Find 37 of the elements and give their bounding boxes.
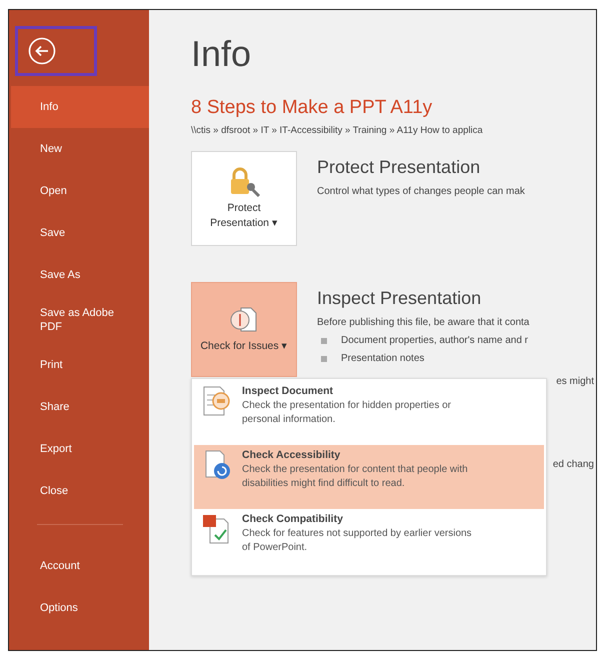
file-path: \\ctis » dfsroot » IT » IT-Accessibility » Training » A11y How to applica — [191, 125, 484, 136]
menu-item[interactable]: Check Accessibility Check the presentation for content that people with disabilities might find difficult to read. — [194, 445, 544, 509]
sidebar-item[interactable]: New — [11, 128, 149, 170]
document-title: 8 Steps to Make a PPT A11y — [191, 97, 434, 119]
section-heading: Protect Presentation — [317, 157, 482, 178]
menu-item-title: Check Compatibility — [242, 513, 344, 525]
partial-text: ed chang — [552, 459, 595, 470]
menu-item-description: Check the presentation for hidden properties or personal information. — [242, 399, 452, 426]
sidebar-item[interactable]: Open — [11, 170, 149, 212]
protect-presentation-button[interactable]: Protect Presentation ▾ — [191, 151, 297, 246]
menu-item-title: Inspect Document — [242, 385, 334, 397]
bullet-text: Presentation notes — [341, 353, 424, 364]
menu-item[interactable]: Inspect Document Check the presentation for hidden properties or personal information. — [194, 381, 544, 445]
section-description: Control what types of changes people can mak — [317, 186, 526, 197]
sidebar-item[interactable]: Options — [11, 587, 149, 629]
menu-item-description: Check for features not supported by earlier versions of PowerPoint. — [242, 527, 473, 554]
document-inspect-icon — [202, 385, 232, 417]
partial-text: es might — [556, 376, 595, 387]
sidebar-item[interactable]: Save As — [11, 254, 149, 296]
sidebar-item[interactable]: Save as Adobe PDF — [11, 296, 149, 344]
menu-item-title: Check Accessibility — [242, 449, 342, 461]
sidebar-item[interactable]: Account — [11, 545, 149, 587]
section-description: Before publishing this file, be aware that it conta — [317, 317, 530, 328]
bullet-icon — [321, 338, 327, 344]
menu-item-description: Check the presentation for content that people with disabilities might find difficult to read. — [242, 463, 469, 490]
sidebar-item[interactable]: Share — [11, 386, 149, 428]
bullet-icon — [321, 356, 327, 362]
sidebar-item[interactable]: Close — [11, 470, 149, 512]
sidebar-item[interactable]: Export — [11, 428, 149, 470]
sidebar-item[interactable]: Save — [11, 212, 149, 254]
section-heading: Inspect Presentation — [317, 288, 482, 309]
sidebar-item[interactable]: Info — [11, 86, 149, 128]
page-title: Info — [191, 33, 252, 75]
bullet-text: Document properties, author's name and r — [341, 335, 528, 346]
sidebar-item[interactable]: Print — [11, 344, 149, 386]
menu-item[interactable]: Check Compatibility Check for features not supported by earlier versions of PowerPoint. — [194, 509, 544, 573]
check-for-issues-button[interactable]: Check for Issues ▾ — [191, 282, 297, 377]
